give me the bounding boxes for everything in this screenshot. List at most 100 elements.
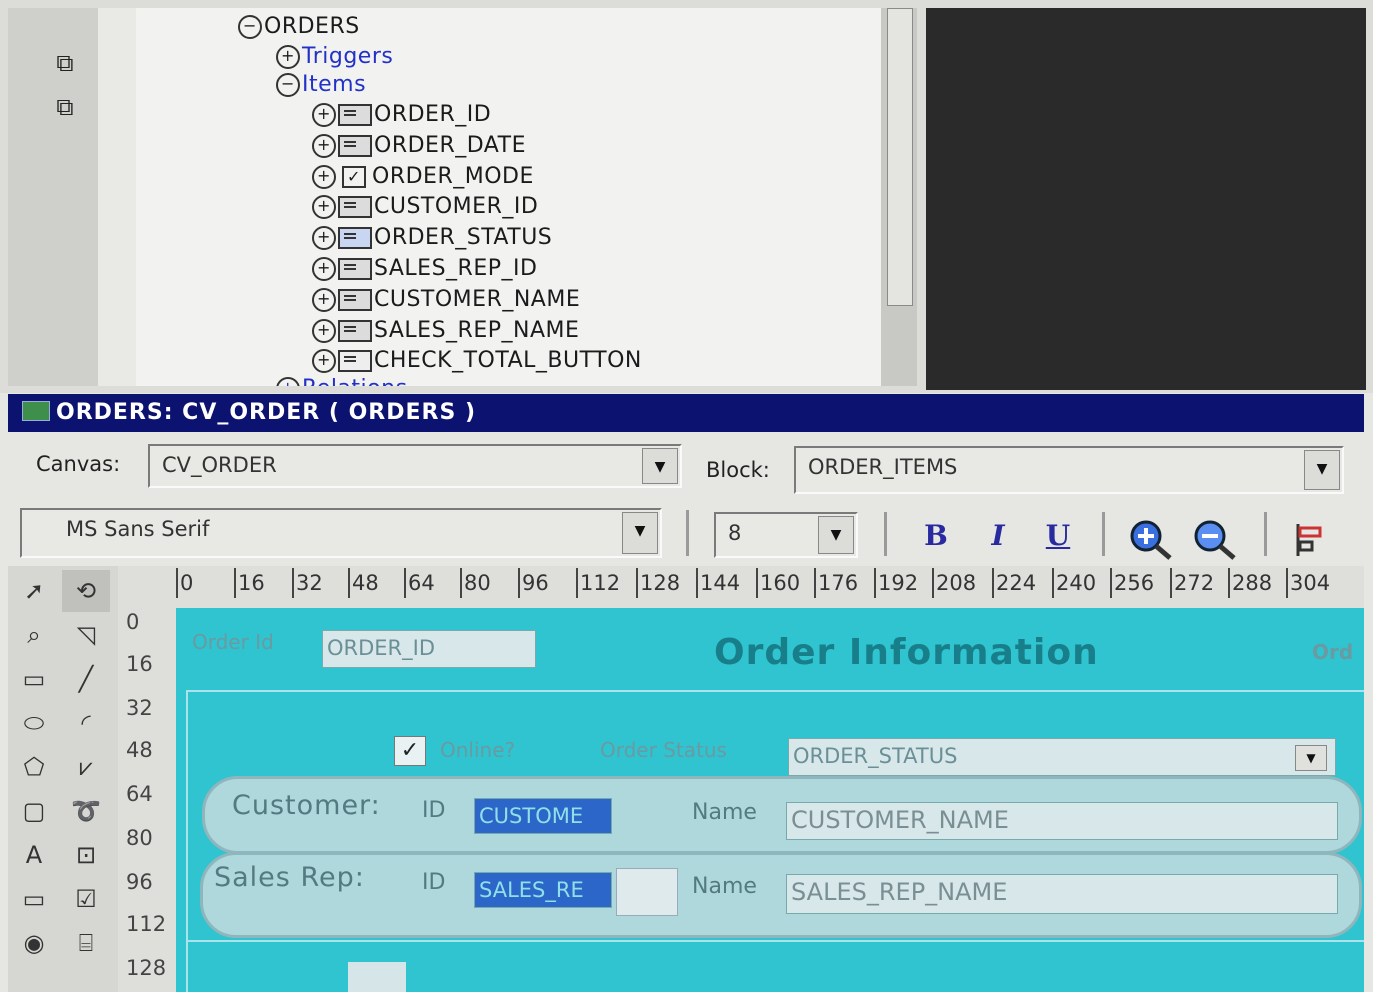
scrollbar-thumb[interactable]	[887, 8, 913, 306]
navigator-scrollbar[interactable]	[881, 8, 917, 386]
sales-rep-label[interactable]: Sales Rep:	[214, 862, 365, 893]
expand-icon[interactable]: +	[276, 45, 300, 69]
customer-name-field[interactable]: CUSTOMER_NAME	[786, 802, 1338, 840]
canvas-item[interactable]	[348, 962, 406, 992]
tree-item[interactable]: + CUSTOMER_NAME	[312, 287, 580, 313]
order-information-heading[interactable]: Order Information	[714, 632, 1099, 673]
ellipse-icon[interactable]: ⬭	[10, 702, 58, 744]
order-id-label[interactable]: Order Id	[192, 630, 274, 654]
underline-button[interactable]: U	[1036, 516, 1080, 556]
button-tool-icon[interactable]: ▭	[10, 878, 58, 920]
tree-item[interactable]: + SALES_REP_NAME	[312, 318, 579, 344]
text-item-icon	[338, 289, 372, 311]
order-status-label[interactable]: Order Status	[600, 738, 727, 762]
checkbox-tool-icon[interactable]: ☑	[62, 878, 110, 920]
ruler-tick: 16	[126, 652, 153, 676]
select-pointer-icon[interactable]: ➚	[10, 570, 58, 612]
customer-label[interactable]: Customer:	[232, 790, 381, 821]
customer-id-field[interactable]: CUSTOME	[474, 798, 612, 834]
canvas-select[interactable]: CV_ORDER ▼	[148, 444, 682, 488]
rectangle-icon[interactable]: ▭	[10, 658, 58, 700]
ruler-tick: 144	[696, 568, 740, 598]
italic-button[interactable]: I	[976, 516, 1020, 556]
freehand-icon[interactable]: ➰	[62, 790, 110, 832]
tree-node-orders[interactable]: − ORDERS	[238, 14, 360, 40]
expand-icon[interactable]: +	[312, 195, 336, 219]
expand-icon[interactable]: +	[312, 103, 336, 127]
expand-icon[interactable]: +	[312, 257, 336, 281]
ruler-tick: 128	[636, 568, 680, 598]
ruler-tick: 224	[992, 568, 1036, 598]
sales-rep-id-label[interactable]: ID	[422, 870, 445, 895]
block-select[interactable]: ORDER_ITEMS ▼	[794, 446, 1344, 494]
rotate-icon[interactable]: ⟲	[62, 570, 110, 612]
radio-button-tool-icon[interactable]: ◉	[10, 922, 58, 964]
bold-button[interactable]: B	[914, 516, 958, 556]
chevron-down-icon[interactable]: ▼	[642, 448, 678, 484]
online-label[interactable]: Online?	[440, 738, 515, 762]
polygon-icon[interactable]: ⬠	[10, 746, 58, 788]
magnify-icon[interactable]: ⌕	[10, 614, 58, 656]
chevron-down-icon[interactable]: ▼	[1304, 450, 1340, 490]
zoom-out-icon[interactable]	[1192, 518, 1238, 562]
tree-item[interactable]: + ORDER_ID	[312, 102, 491, 128]
text-tool-icon[interactable]: A	[10, 834, 58, 876]
align-icon[interactable]	[1292, 522, 1328, 558]
chevron-down-icon[interactable]: ▼	[1295, 745, 1327, 771]
tree-item[interactable]: + ORDER_DATE	[312, 133, 526, 159]
ruler-tick: 16	[234, 568, 265, 598]
sales-rep-name-label[interactable]: Name	[692, 874, 757, 899]
expand-icon[interactable]: +	[312, 226, 336, 250]
expand-icon[interactable]: +	[312, 134, 336, 158]
tree-node-items[interactable]: − Items	[276, 72, 366, 98]
ruler-tick: 96	[126, 870, 153, 894]
collapse-icon[interactable]: −	[238, 15, 262, 39]
ruler-tick: 128	[126, 956, 167, 980]
polyline-icon[interactable]: ⩗	[62, 746, 110, 788]
ruler-tick: 80	[460, 568, 491, 598]
zoom-in-icon[interactable]	[1128, 518, 1174, 562]
customer-name-label[interactable]: Name	[692, 800, 757, 825]
collapse-icon[interactable]: −	[276, 73, 300, 97]
sales-rep-name-field[interactable]: SALES_REP_NAME	[786, 874, 1338, 914]
expand-icon[interactable]: +	[312, 165, 336, 189]
ruler-tick: 112	[576, 568, 620, 598]
arc-icon[interactable]: ◜	[62, 702, 110, 744]
sales-rep-lov-button[interactable]	[616, 868, 678, 916]
ruler-tick: 0	[176, 568, 193, 598]
font-size-select[interactable]: 8 ▼	[714, 512, 858, 558]
order-status-list[interactable]: ORDER_STATUS ▼	[788, 738, 1336, 776]
layout-editor-title-bar[interactable]: ORDERS: CV_ORDER ( ORDERS )	[8, 394, 1364, 432]
tree-item[interactable]: + ORDER_STATUS	[312, 225, 552, 251]
chevron-down-icon[interactable]: ▼	[622, 512, 658, 554]
expand-all-icon[interactable]: ⧉	[48, 48, 82, 78]
customer-id-label[interactable]: ID	[422, 798, 445, 823]
rounded-rectangle-icon[interactable]: ▢	[10, 790, 58, 832]
font-select[interactable]: MS Sans Serif ▼	[20, 508, 662, 558]
vertical-ruler: 0 16 32 48 64 80 96 112 128	[118, 608, 176, 992]
reshape-icon[interactable]: ◹	[62, 614, 110, 656]
order-heading-cut[interactable]: Ord	[1312, 640, 1353, 664]
tree-node-relations[interactable]: +Relations	[276, 376, 408, 386]
order-id-field[interactable]: ORDER_ID	[322, 630, 536, 668]
line-icon[interactable]: ╱	[62, 658, 110, 700]
tree-item[interactable]: + ✓ ORDER_MODE	[312, 164, 534, 190]
online-checkbox[interactable]: ✓	[394, 736, 426, 766]
tree-item[interactable]: + CUSTOMER_ID	[312, 194, 538, 220]
ruler-tick: 192	[874, 568, 918, 598]
ruler-tick: 0	[126, 610, 140, 634]
layout-canvas[interactable]: Order Id ORDER_ID Order Information Ord …	[176, 608, 1364, 992]
tree-item[interactable]: + CHECK_TOTAL_BUTTON	[312, 348, 642, 374]
expand-icon[interactable]: +	[312, 288, 336, 312]
frame-icon[interactable]: ⊡	[62, 834, 110, 876]
chevron-down-icon[interactable]: ▼	[818, 516, 854, 554]
expand-icon[interactable]: +	[312, 349, 336, 373]
collapse-all-icon[interactable]: ⧉	[48, 92, 82, 122]
text-item-tool-icon[interactable]: ⌸	[62, 922, 110, 964]
tree-node-triggers[interactable]: + Triggers	[276, 44, 393, 70]
tree-item[interactable]: + SALES_REP_ID	[312, 256, 537, 282]
sales-rep-id-field[interactable]: SALES_RE	[474, 872, 612, 908]
block-label: Block:	[706, 458, 770, 482]
expand-icon[interactable]: +	[276, 377, 300, 386]
expand-icon[interactable]: +	[312, 319, 336, 343]
